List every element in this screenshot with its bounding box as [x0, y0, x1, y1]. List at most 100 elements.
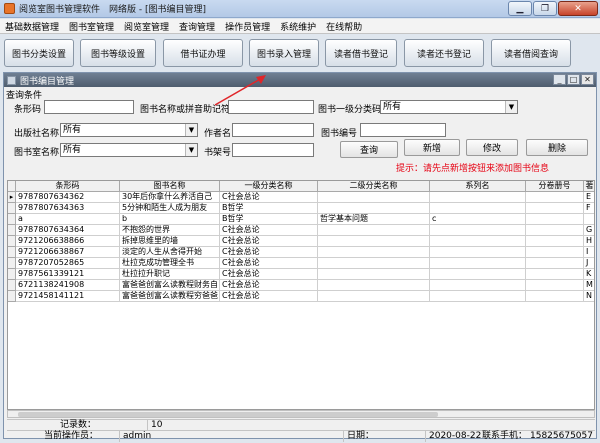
- table-cell[interactable]: C社会总论: [220, 258, 318, 269]
- table-cell[interactable]: G: [584, 225, 594, 236]
- table-row[interactable]: ▸ 9787807634362 30年后你拿什么养活自己 C社会总论 E: [8, 192, 594, 203]
- delete-button[interactable]: 删除: [526, 139, 588, 156]
- table-cell[interactable]: [526, 269, 584, 280]
- child-minimize-button[interactable]: _: [553, 74, 566, 85]
- table-cell[interactable]: 9787807634364: [16, 225, 120, 236]
- library-card-button[interactable]: 借书证办理: [163, 39, 243, 67]
- table-cell[interactable]: 9721206638867: [16, 247, 120, 258]
- row-indicator[interactable]: [8, 203, 16, 214]
- shelf-input[interactable]: [232, 143, 314, 157]
- table-cell[interactable]: [430, 291, 526, 302]
- table-cell[interactable]: B哲学: [220, 203, 318, 214]
- table-row[interactable]: 9721206638867 淡定的人生从舍得开始 C社会总论 I: [8, 247, 594, 258]
- barcode-input[interactable]: [44, 100, 134, 114]
- table-cell[interactable]: c: [430, 214, 526, 225]
- table-cell[interactable]: 9787807634363: [16, 203, 120, 214]
- table-cell[interactable]: C社会总论: [220, 192, 318, 203]
- table-cell[interactable]: [526, 225, 584, 236]
- table-cell[interactable]: [430, 258, 526, 269]
- table-row[interactable]: 9721458141121 富爸爸创富么读教程穷爸爸 C社会总论 N: [8, 291, 594, 302]
- table-row[interactable]: 9787807634363 5分钟和陌生人成为朋友 B哲学 F: [8, 203, 594, 214]
- table-cell[interactable]: [318, 225, 430, 236]
- col-cat1-header[interactable]: 一级分类名称: [220, 181, 318, 192]
- table-cell[interactable]: 拆掉思维里的墙: [120, 236, 220, 247]
- table-cell[interactable]: E: [584, 192, 594, 203]
- table-cell[interactable]: 30年后你拿什么养活自己: [120, 192, 220, 203]
- table-cell[interactable]: [318, 247, 430, 258]
- table-cell[interactable]: [526, 236, 584, 247]
- table-cell[interactable]: K: [584, 269, 594, 280]
- table-cell[interactable]: 9787207052865: [16, 258, 120, 269]
- table-cell[interactable]: J: [584, 258, 594, 269]
- close-button[interactable]: ✕: [558, 1, 598, 16]
- row-indicator[interactable]: [8, 236, 16, 247]
- table-cell[interactable]: C社会总论: [220, 225, 318, 236]
- table-cell[interactable]: [430, 236, 526, 247]
- row-indicator[interactable]: [8, 247, 16, 258]
- borrow-register-button[interactable]: 读者借书登记: [325, 39, 397, 67]
- horizontal-scrollbar[interactable]: [7, 410, 595, 418]
- col-cat2-header[interactable]: 二级分类名称: [318, 181, 430, 192]
- table-cell[interactable]: B哲学: [220, 214, 318, 225]
- table-cell[interactable]: b: [120, 214, 220, 225]
- menu-operators[interactable]: 操作员管理: [220, 20, 275, 33]
- row-indicator[interactable]: [8, 225, 16, 236]
- menu-system[interactable]: 系统维护: [275, 20, 321, 33]
- add-button[interactable]: 新增: [404, 139, 460, 156]
- table-cell[interactable]: [526, 258, 584, 269]
- table-cell[interactable]: [526, 192, 584, 203]
- chevron-down-icon[interactable]: ▼: [185, 124, 197, 136]
- author-input[interactable]: [232, 123, 314, 137]
- chevron-down-icon[interactable]: ▼: [505, 101, 517, 113]
- col-name-header[interactable]: 图书名称: [120, 181, 220, 192]
- table-cell[interactable]: [318, 236, 430, 247]
- row-indicator[interactable]: [8, 280, 16, 291]
- table-cell[interactable]: [526, 291, 584, 302]
- table-cell[interactable]: 富爸爸创富么读教程穷爸爸: [120, 291, 220, 302]
- query-button[interactable]: 查询: [340, 141, 398, 158]
- table-cell[interactable]: [526, 214, 584, 225]
- table-cell[interactable]: H: [584, 236, 594, 247]
- table-cell[interactable]: 不抱怨的世界: [120, 225, 220, 236]
- col-volume-header[interactable]: 分卷册号: [526, 181, 584, 192]
- col-barcode-header[interactable]: 条形码: [16, 181, 120, 192]
- menu-reading-room[interactable]: 阅览室管理: [119, 20, 174, 33]
- row-indicator[interactable]: ▸: [8, 192, 16, 203]
- table-cell[interactable]: [318, 269, 430, 280]
- table-cell[interactable]: [318, 258, 430, 269]
- table-cell[interactable]: 9721458141121: [16, 291, 120, 302]
- table-cell[interactable]: [526, 280, 584, 291]
- table-row[interactable]: 9721206638866 拆掉思维里的墙 C社会总论 H: [8, 236, 594, 247]
- table-cell[interactable]: N: [584, 291, 594, 302]
- minimize-button[interactable]: ▁: [508, 1, 532, 16]
- table-cell[interactable]: [584, 214, 594, 225]
- child-close-button[interactable]: ✕: [581, 74, 594, 85]
- chevron-down-icon[interactable]: ▼: [185, 144, 197, 156]
- table-cell[interactable]: 6721138241908: [16, 280, 120, 291]
- table-cell[interactable]: F: [584, 203, 594, 214]
- book-category-button[interactable]: 图书分类设置: [4, 39, 74, 67]
- table-cell[interactable]: 5分钟和陌生人成为朋友: [120, 203, 220, 214]
- book-level-button[interactable]: 图书等级设置: [80, 39, 156, 67]
- table-cell[interactable]: 富爸爸创富么读教程财务自: [120, 280, 220, 291]
- table-cell[interactable]: M: [584, 280, 594, 291]
- table-cell[interactable]: C社会总论: [220, 291, 318, 302]
- row-indicator[interactable]: [8, 258, 16, 269]
- book-no-input[interactable]: [360, 123, 446, 137]
- scroll-thumb[interactable]: [18, 412, 438, 417]
- table-cell[interactable]: C社会总论: [220, 269, 318, 280]
- col-author-header[interactable]: 著: [584, 181, 594, 192]
- table-cell[interactable]: 淡定的人生从舍得开始: [120, 247, 220, 258]
- table-cell[interactable]: C社会总论: [220, 247, 318, 258]
- table-row[interactable]: 9787561339121 杜拉拉升职记 C社会总论 K: [8, 269, 594, 280]
- menu-library[interactable]: 图书室管理: [64, 20, 119, 33]
- table-cell[interactable]: [318, 291, 430, 302]
- name-py-input[interactable]: [228, 100, 314, 114]
- room-select[interactable]: 所有 ▼: [60, 143, 198, 157]
- table-cell[interactable]: [526, 203, 584, 214]
- borrow-query-button[interactable]: 读者借阅查询: [491, 39, 571, 67]
- modify-button[interactable]: 修改: [466, 139, 518, 156]
- table-cell[interactable]: C社会总论: [220, 280, 318, 291]
- table-cell[interactable]: [526, 247, 584, 258]
- table-cell[interactable]: 杜拉拉升职记: [120, 269, 220, 280]
